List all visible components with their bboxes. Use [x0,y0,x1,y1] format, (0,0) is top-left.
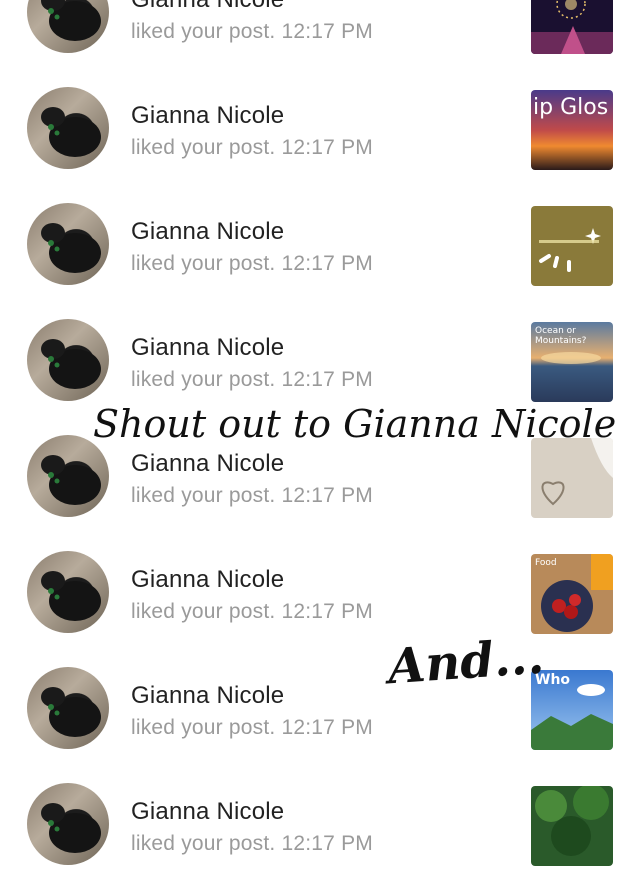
notification-row[interactable]: Gianna Nicole liked your post. 12:17 PM Wh… [0,638,640,754]
avatar[interactable] [27,203,109,285]
avatar[interactable] [27,435,109,517]
action-text: liked your post. [131,20,276,43]
user-name[interactable]: Gianna Nicole [131,334,284,362]
notification-text: liked your post. 12:17 PM [131,832,373,856]
post-thumbnail[interactable]: Swipe [531,0,613,54]
timestamp: 12:17 PM [281,368,373,391]
user-name[interactable]: Gianna Nicole [131,0,284,14]
notification-text: liked your post. 12:17 PM [131,368,373,392]
svg-text:ip Glos: ip Glos [533,95,608,120]
avatar[interactable] [27,87,109,169]
action-text: liked your post. [131,600,276,623]
action-text: liked your post. [131,832,276,855]
thumbnail-caption: Ocean or Mountains? [535,326,587,346]
notification-row[interactable]: Gianna Nicole liked your post. 12:17 PM ip… [0,58,640,174]
timestamp: 12:17 PM [281,136,373,159]
avatar[interactable] [27,667,109,749]
thumbnail-caption: Food [535,558,557,568]
timestamp: 12:17 PM [281,20,373,43]
user-name[interactable]: Gianna Nicole [131,682,284,710]
post-thumbnail[interactable]: Ocean or Mountains? [531,322,613,402]
timestamp: 12:17 PM [281,832,373,855]
timestamp: 12:17 PM [281,252,373,275]
user-name[interactable]: Gianna Nicole [131,566,284,594]
notification-text: liked your post. 12:17 PM [131,716,373,740]
notification-row[interactable]: Gianna Nicole liked your post. 12:17 PM Sw… [0,0,640,58]
post-thumbnail[interactable] [531,438,613,518]
post-thumbnail[interactable]: ip Glos [531,90,613,170]
notification-text: liked your post. 12:17 PM [131,600,373,624]
action-text: liked your post. [131,716,276,739]
user-name[interactable]: Gianna Nicole [131,102,284,130]
avatar[interactable] [27,0,109,53]
and-caption: And... [386,628,546,696]
notification-row[interactable]: Gianna Nicole liked your post. 12:17 PM Fo… [0,522,640,638]
user-name[interactable]: Gianna Nicole [131,450,284,478]
notification-row[interactable]: Gianna Nicole liked your post. 12:17 PM Oc… [0,290,640,406]
notification-text: liked your post. 12:17 PM [131,136,373,160]
notification-text: liked your post. 12:17 PM [131,252,373,276]
shoutout-caption: Shout out to Gianna Nicole [93,402,617,446]
user-name[interactable]: Gianna Nicole [131,798,284,826]
action-text: liked your post. [131,136,276,159]
avatar[interactable] [27,319,109,401]
post-thumbnail[interactable]: Food [531,554,613,634]
timestamp: 12:17 PM [281,716,373,739]
post-thumbnail[interactable] [531,206,613,286]
action-text: liked your post. [131,252,276,275]
notification-text: liked your post. 12:17 PM [131,20,373,44]
action-text: liked your post. [131,484,276,507]
user-name[interactable]: Gianna Nicole [131,218,284,246]
avatar[interactable] [27,551,109,633]
notification-text: liked your post. 12:17 PM [131,484,373,508]
timestamp: 12:17 PM [281,484,373,507]
action-text: liked your post. [131,368,276,391]
notification-row[interactable]: Gianna Nicole liked your post. 12:17 PM [0,174,640,290]
timestamp: 12:17 PM [281,600,373,623]
post-thumbnail[interactable] [531,786,613,866]
